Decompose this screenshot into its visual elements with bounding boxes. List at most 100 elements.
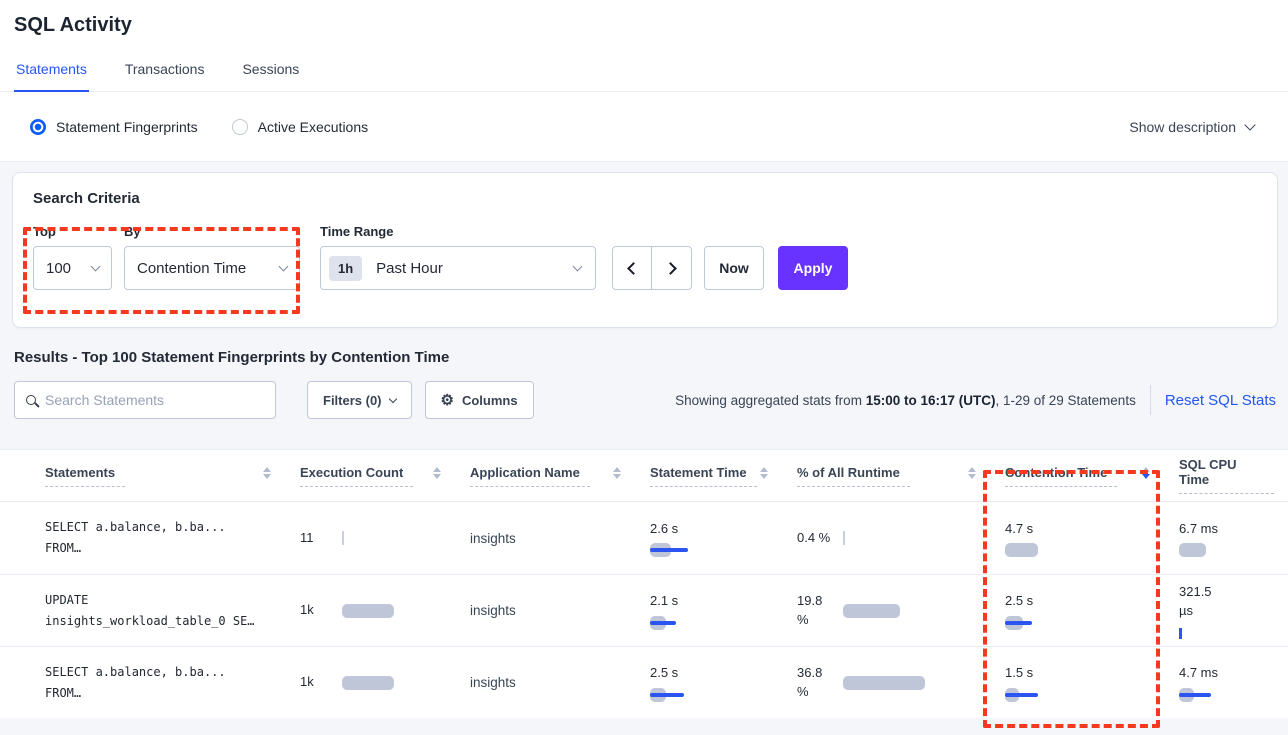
toolbar-divider [1150,385,1151,415]
bar-tick [342,531,344,545]
tab-statements[interactable]: Statements [14,61,89,92]
sort-caret-icon[interactable] [760,467,768,479]
column-header[interactable]: Statement Time [635,465,782,487]
previous-time-range-button[interactable] [613,247,652,289]
bar-blue [1005,621,1032,625]
bar-blue [650,693,684,697]
tab-transactions[interactable]: Transactions [123,61,207,91]
statement-fingerprint-link[interactable]: SELECT a.balance, b.ba...FROM… [45,517,285,559]
radio-label: Active Executions [258,119,369,135]
statement-fingerprint-link[interactable]: UPDATEinsights_workload_table_0 SE… [45,590,285,632]
contention-time-cell: 2.5 s [990,591,1164,630]
gear-icon: ⚙ [441,393,454,408]
column-header[interactable]: Application Name [455,465,635,487]
reset-sql-stats-link[interactable]: Reset SQL Stats [1165,392,1278,409]
search-statements-box[interactable] [14,381,276,419]
tab-sessions[interactable]: Sessions [240,61,301,91]
results-toolbar: Filters (0) ⚙ Columns Showing aggregated… [14,381,1278,419]
search-criteria-heading: Search Criteria [33,190,1277,207]
view-toggle-row: Statement Fingerprints Active Executions… [0,92,1288,162]
statement-time-cell: 2.1 s [635,591,782,630]
runtime-percent-cell: 19.8 % [782,592,990,630]
statements-table: Statements Execution Count Application N… [0,449,1288,718]
top-label: Top [33,224,124,239]
bar-blue [1005,693,1038,697]
table-body: SELECT a.balance, b.ba...FROM… 11 insigh… [0,502,1288,718]
columns-button[interactable]: ⚙ Columns [425,381,534,419]
bar-gray [843,676,925,690]
radio-label: Statement Fingerprints [56,119,198,135]
column-header[interactable]: Contention Time [990,465,1164,487]
contention-time-cell: 4.7 s [990,519,1164,558]
sort-caret-icon[interactable] [1142,467,1150,479]
chevron-right-icon [664,262,677,275]
bar-tick [843,531,845,545]
search-icon [26,395,36,405]
by-select[interactable]: Contention Time [124,246,300,290]
showing-stats-text: Showing aggregated stats from 15:00 to 1… [675,393,1136,408]
time-range-select[interactable]: 1h Past Hour [320,246,596,290]
column-header-label[interactable]: Statement Time [650,465,757,487]
column-header-label[interactable]: % of All Runtime [797,465,910,487]
chevron-left-icon [627,262,640,275]
search-statements-input[interactable] [45,392,264,408]
column-header-label[interactable]: Execution Count [300,465,413,487]
sql-activity-page: SQL Activity Statements Transactions Ses… [0,0,1288,735]
results-heading: Results - Top 100 Statement Fingerprints… [14,349,1288,366]
time-range-label: Time Range [320,224,612,239]
application-name-cell: insights [455,603,635,618]
execution-count-cell: 1k [285,601,455,620]
chevron-down-icon [388,395,396,403]
chevron-down-icon [1244,119,1255,130]
radio-unselected-icon[interactable] [232,119,248,135]
bar-gray [843,604,900,618]
execution-count-cell: 11 [285,529,455,548]
filters-button[interactable]: Filters (0) [307,381,412,419]
column-header[interactable]: % of All Runtime [782,465,990,487]
execution-count-cell: 1k [285,673,455,692]
time-range-badge: 1h [329,256,362,281]
sort-caret-icon[interactable] [433,467,441,479]
tab-bar: Statements Transactions Sessions [0,61,1288,92]
application-name-cell: insights [455,675,635,690]
runtime-percent-cell: 36.8 % [782,664,990,702]
page-title: SQL Activity [0,0,1288,37]
time-range-field: Time Range 1h Past Hour [320,224,612,290]
filters-label: Filters (0) [323,393,382,408]
bar-blue [1179,693,1211,697]
next-time-range-button[interactable] [652,247,691,289]
column-header[interactable]: SQL CPU Time [1164,457,1288,494]
columns-label: Columns [462,393,518,408]
radio-statement-fingerprints[interactable]: Statement Fingerprints [30,119,198,135]
column-header[interactable]: Execution Count [285,465,455,487]
chevron-down-icon [91,261,101,271]
statement-fingerprint-link[interactable]: SELECT a.balance, b.ba...FROM… [45,662,285,704]
sort-caret-icon[interactable] [613,467,621,479]
by-field: By Contention Time [124,224,320,290]
table-row[interactable]: SELECT a.balance, b.ba...FROM… 11 insigh… [0,502,1288,574]
column-header-label[interactable]: Application Name [470,465,590,487]
radio-active-executions[interactable]: Active Executions [232,119,369,135]
apply-button[interactable]: Apply [778,246,848,290]
bar-gray [1005,543,1038,557]
time-range-value: Past Hour [376,260,443,277]
sql-cpu-time-cell: 6.7 ms [1164,519,1288,558]
runtime-percent-cell: 0.4 % [782,529,990,548]
by-label: By [124,224,320,239]
now-button[interactable]: Now [704,246,764,290]
sql-cpu-time-cell: 4.7 ms [1164,663,1288,702]
column-header-label[interactable]: SQL CPU Time [1179,457,1274,494]
table-row[interactable]: UPDATEinsights_workload_table_0 SE… 1k i… [0,574,1288,646]
top-select[interactable]: 100 [33,246,112,290]
sort-caret-icon[interactable] [968,467,976,479]
application-name-cell: insights [455,531,635,546]
sort-caret-icon[interactable] [263,467,271,479]
table-row[interactable]: SELECT a.balance, b.ba...FROM… 1k insigh… [0,646,1288,718]
column-header-label[interactable]: Statements [45,465,125,487]
radio-selected-icon[interactable] [30,119,46,135]
top-select-value: 100 [46,260,71,277]
show-description-toggle[interactable]: Show description [1129,119,1254,135]
column-header[interactable]: Statements [30,465,285,487]
contention-time-cell: 1.5 s [990,663,1164,702]
column-header-label[interactable]: Contention Time [1005,465,1117,487]
